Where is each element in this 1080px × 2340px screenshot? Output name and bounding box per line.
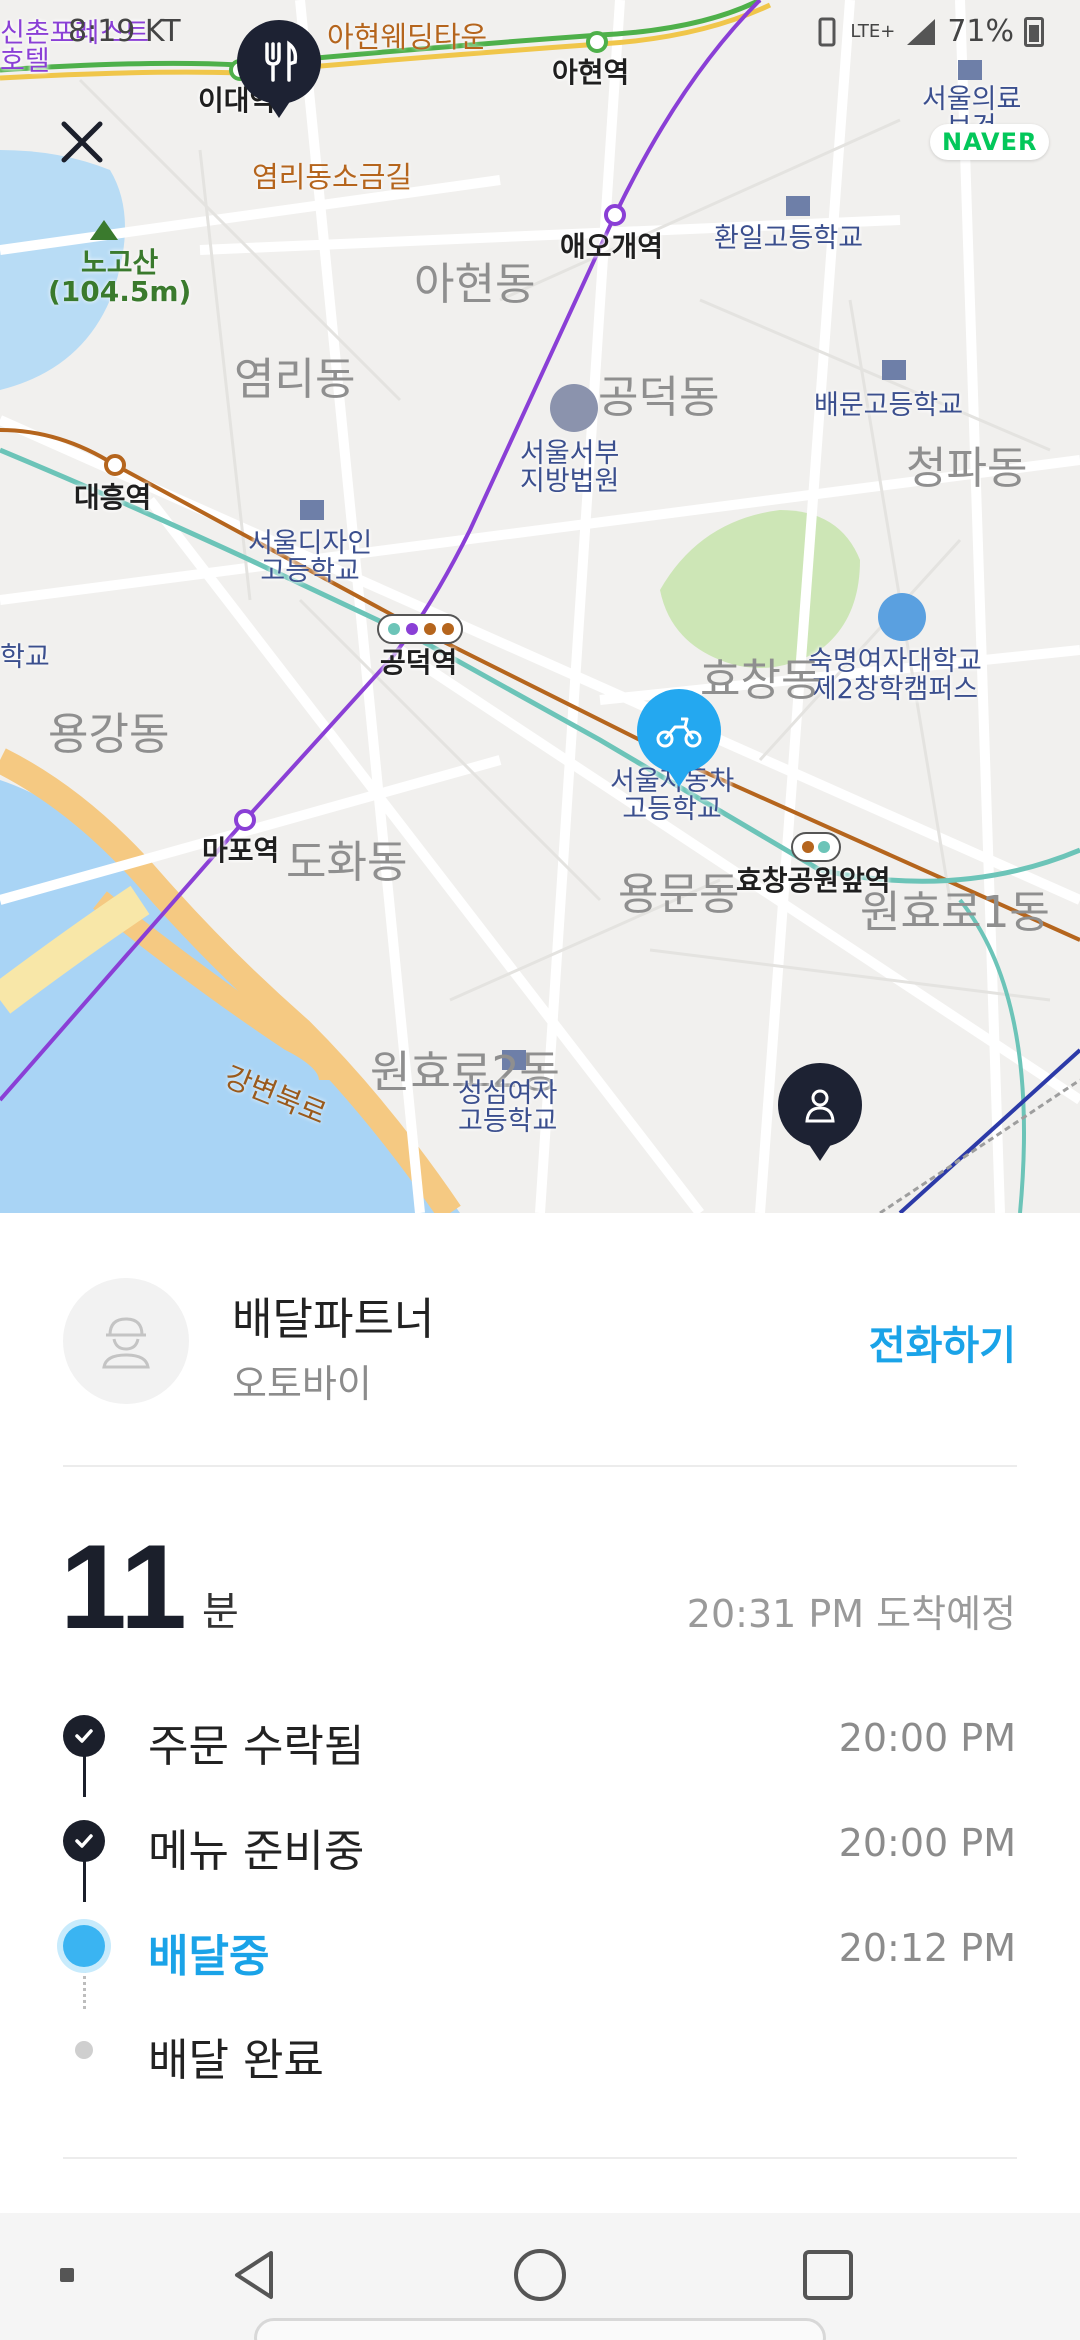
map-label-wonhyoro1-dong: 원효로1동 [860,887,1050,938]
step-active-marker [63,1925,105,1967]
map-label-aeogae-station: 애오개역 [560,230,664,263]
eta-unit: 분 [202,1589,239,1635]
map-label-gongdeok-station: 공덕역 [380,646,458,679]
partner-name: 배달파트너 [232,1294,435,1345]
map-label-ahyeon-dong: 아현동 [414,259,536,310]
close-icon [61,121,103,163]
map-label-cheongpa-dong: 청파동 [906,443,1028,494]
divider [63,1465,1017,1467]
partner-avatar [63,1278,189,1404]
delivery-map[interactable]: 신촌포레스트호텔 이대역 아현웨딩타운 아현역 서울의료보건 염리동소금길 애오… [0,0,1080,1213]
signal-icon [907,18,936,45]
map-label-hakgyo: 학교 [0,642,50,673]
rider-marker[interactable] [637,689,721,773]
call-button[interactable]: 전화하기 [869,1313,1016,1371]
map-label-sookmyung: 숙명여자대학교 제2창학캠퍼스 [808,646,982,706]
map-label-gongdeok-dong: 공덕동 [598,372,720,423]
status-icons: LTE+ 71% [814,14,1044,49]
customer-marker[interactable] [778,1063,862,1147]
map-label-design-school: 서울디자인 고등학교 [248,528,373,588]
map-label-seongsim-school: 성심여자 고등학교 [458,1078,558,1138]
network-type: LTE+ [850,21,896,42]
map-label-court: 서울서부 지방법원 [520,438,620,498]
step-label: 주문 수락됨 [148,1721,365,1772]
clock-text: 8:19 [68,14,136,49]
timeline-step-delivering: 배달중 20:12 PM [0,1906,1080,1986]
step-done-marker [63,1820,105,1862]
map-label-yongmun-dong: 용문동 [618,869,740,920]
step-time: 20:00 PM [838,1716,1016,1760]
step-label: 메뉴 준비중 [148,1826,365,1877]
battery-icon [1024,16,1044,47]
map-base-layer [0,0,1080,1213]
map-label-hyochang-dong: 효창동 [700,655,822,706]
map-label-baemun-school: 배문고등학교 [814,390,964,421]
back-icon [235,2251,273,2299]
map-label-nogosan: 노고산 (104.5m) [48,246,192,309]
divider [63,2157,1017,2159]
step-label: 배달 완료 [148,2035,324,2086]
eta-minutes: 11 [60,1520,187,1654]
step-time: 20:00 PM [838,1821,1016,1865]
map-label-yonggang-dong: 용강동 [48,709,170,760]
check-icon [75,1729,93,1743]
vibrate-icon [818,17,836,46]
check-icon [75,1834,93,1848]
recents-icon [803,2250,853,2300]
map-label-yeomni-dong: 염리동 [234,354,356,405]
fork-knife-icon [265,40,298,82]
nav-back-button[interactable] [220,2243,290,2307]
step-time: 20:12 PM [838,1926,1016,1970]
timeline-step-accepted: 주문 수락됨 20:00 PM [0,1696,1080,1776]
battery-percent: 71% [947,14,1014,49]
step-pending-marker [75,2041,93,2059]
rider-avatar-icon [102,1317,150,1369]
eta-arrival-time: 20:31 PM 도착예정 [686,1592,1016,1636]
map-label-daeheung-station: 대흥역 [74,481,152,514]
step-done-marker [63,1715,105,1757]
motorcycle-icon [656,717,702,748]
naver-logo: NAVER [930,124,1050,160]
system-nav-bar [0,2213,1080,2340]
restaurant-marker[interactable] [237,20,321,104]
carrier-text: KT [144,14,181,49]
partner-vehicle: 오토바이 [232,1362,372,1406]
dot-icon [60,2268,74,2282]
delivery-status-sheet: 배달파트너 오토바이 전화하기 11 분 20:31 PM 도착예정 주문 수락… [0,1213,1080,2213]
status-bar: 8:19 KT LTE+ 71% [0,0,1080,66]
map-label-hanil-school: 환일고등학교 [714,223,864,254]
home-icon [514,2249,566,2301]
close-button[interactable] [52,112,112,172]
step-label: 배달중 [148,1931,270,1982]
nav-recents-button[interactable] [796,2243,860,2307]
map-label-dohwa-dong: 도화동 [286,837,408,888]
timeline-step-completed: 배달 완료 [0,2010,1080,2090]
timeline-step-preparing: 메뉴 준비중 20:00 PM [0,1801,1080,1881]
nav-extra-button[interactable] [52,2243,82,2307]
map-label-yeomni-street: 염리동소금길 [252,160,413,194]
person-icon [805,1089,835,1123]
status-time: 8:19 KT [68,14,181,49]
gesture-handle[interactable] [254,2318,826,2340]
nav-home-button[interactable] [508,2243,572,2307]
map-label-mapo-station: 마포역 [202,834,280,867]
